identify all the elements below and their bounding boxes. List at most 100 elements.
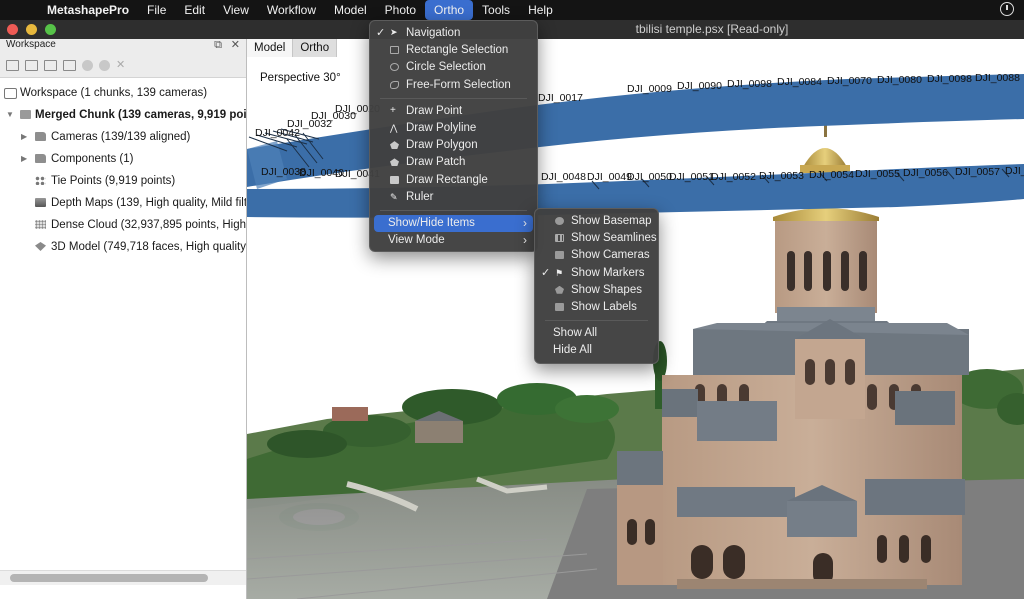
power-icon[interactable] bbox=[1000, 2, 1014, 16]
camera-label[interactable]: DJI_0070 bbox=[827, 75, 872, 87]
menu-item-show-hide-items[interactable]: Show/Hide Items › bbox=[374, 214, 533, 233]
close-panel-icon[interactable]: ✕ bbox=[231, 39, 240, 51]
menu-item-label: Draw Point bbox=[406, 104, 463, 117]
rectangle-selection-icon bbox=[390, 46, 399, 55]
camera-label[interactable]: DJI_0098 bbox=[927, 73, 972, 85]
menu-edit[interactable]: Edit bbox=[175, 0, 214, 20]
camera-label[interactable]: DJI_0057 bbox=[955, 166, 1000, 178]
menu-item-show-cameras[interactable]: Show Cameras bbox=[535, 247, 658, 264]
camera-label[interactable]: DJI_0098 bbox=[727, 78, 772, 90]
camera-label[interactable]: DJI_0090 bbox=[677, 80, 722, 92]
menu-file[interactable]: File bbox=[138, 0, 175, 20]
scrollbar-thumb[interactable] bbox=[10, 574, 208, 582]
add-scalebar-icon[interactable] bbox=[63, 59, 76, 71]
menu-item-show-all[interactable]: Show All bbox=[535, 325, 658, 342]
menu-item-view-mode[interactable]: View Mode › bbox=[370, 232, 537, 249]
model-icon bbox=[35, 242, 46, 251]
camera-label[interactable]: DJI_0049 bbox=[587, 171, 632, 183]
camera-label[interactable]: DJI_0058 bbox=[1005, 165, 1024, 177]
camera-label[interactable]: DJI_0084 bbox=[777, 76, 822, 88]
tab-model[interactable]: Model bbox=[247, 39, 294, 57]
disable-icon[interactable] bbox=[99, 59, 110, 71]
tree-row-depth-maps[interactable]: Depth Maps (139, High quality, Mild filt… bbox=[0, 192, 246, 214]
workspace-icon bbox=[4, 88, 17, 99]
menu-app-name[interactable]: MetashapePro bbox=[38, 0, 138, 20]
draw-rectangle-icon bbox=[390, 175, 399, 184]
enable-icon[interactable] bbox=[82, 59, 93, 71]
menu-view[interactable]: View bbox=[214, 0, 258, 20]
menu-workflow[interactable]: Workflow bbox=[258, 0, 325, 20]
workspace-horizontal-scrollbar[interactable] bbox=[0, 570, 246, 585]
labels-icon bbox=[555, 302, 564, 311]
tree-row-tie-points[interactable]: Tie Points (9,919 points) bbox=[0, 170, 246, 192]
tree-row-merged-chunk[interactable]: ▼ Merged Chunk (139 cameras, 9,919 point… bbox=[0, 104, 246, 126]
basemap-icon bbox=[555, 217, 564, 225]
workspace-panel: Workspace ⧉ ✕ ✕ Workspace (1 chunks, 139… bbox=[0, 39, 247, 599]
camera-label[interactable]: DJI_0048 bbox=[541, 171, 586, 183]
camera-label[interactable]: DJI_0052 bbox=[711, 171, 756, 183]
menu-item-show-labels[interactable]: Show Labels bbox=[535, 299, 658, 316]
tree-label: 3D Model (749,718 faces, High quality) bbox=[51, 241, 246, 253]
collapse-arrow-icon[interactable]: ▶ bbox=[21, 148, 27, 170]
tree-label: Depth Maps (139, High quality, Mild filt… bbox=[51, 197, 246, 209]
camera-label[interactable]: DJI_0017 bbox=[538, 92, 583, 104]
menu-bar: MetashapePro File Edit View Workflow Mod… bbox=[0, 0, 1024, 20]
camera-label[interactable]: DJI_0056 bbox=[903, 167, 948, 179]
menu-item-show-markers[interactable]: ✓ ⚑ Show Markers bbox=[535, 265, 658, 282]
menu-item-label: Navigation bbox=[406, 27, 461, 39]
camera-label[interactable]: DJI_0080 bbox=[877, 74, 922, 86]
menu-item-draw-point[interactable]: + Draw Point bbox=[370, 103, 537, 120]
camera-label[interactable]: DJI_0009 bbox=[627, 83, 672, 95]
tree-row-cameras[interactable]: ▶ Cameras (139/139 aligned) bbox=[0, 126, 246, 148]
collapse-arrow-icon[interactable]: ▶ bbox=[21, 126, 27, 148]
menu-photo[interactable]: Photo bbox=[376, 0, 425, 20]
menu-separator bbox=[380, 209, 527, 211]
menu-item-label: Show Shapes bbox=[571, 283, 642, 296]
add-chunk-icon[interactable] bbox=[6, 59, 19, 71]
camera-label[interactable]: DJI_0088 bbox=[975, 72, 1020, 84]
menu-item-label: Show/Hide Items bbox=[388, 216, 475, 229]
menu-item-show-shapes[interactable]: Show Shapes bbox=[535, 282, 658, 299]
remove-item-icon[interactable]: ✕ bbox=[116, 59, 127, 70]
menu-item-draw-rectangle[interactable]: Draw Rectangle bbox=[370, 172, 537, 189]
shapes-icon bbox=[555, 285, 564, 294]
menu-item-hide-all[interactable]: Hide All bbox=[535, 342, 658, 359]
menu-model[interactable]: Model bbox=[325, 0, 376, 20]
camera-label[interactable]: DJI_0050 bbox=[627, 171, 672, 183]
menu-item-show-seamlines[interactable]: Show Seamlines bbox=[535, 230, 658, 247]
tree-row-3d-model[interactable]: 3D Model (749,718 faces, High quality) bbox=[0, 236, 246, 258]
menu-help[interactable]: Help bbox=[519, 0, 562, 20]
freeform-selection-icon bbox=[390, 80, 399, 89]
menu-item-label: Draw Rectangle bbox=[406, 173, 488, 186]
menu-separator bbox=[380, 97, 527, 99]
menu-item-draw-polyline[interactable]: ⋀ Draw Polyline bbox=[370, 120, 537, 137]
expand-arrow-icon[interactable]: ▼ bbox=[6, 104, 14, 126]
tree-row-workspace[interactable]: Workspace (1 chunks, 139 cameras) bbox=[0, 82, 246, 104]
tab-ortho[interactable]: Ortho bbox=[293, 39, 338, 57]
menu-item-label: Show Labels bbox=[571, 300, 637, 313]
tree-row-dense-cloud[interactable]: Dense Cloud (32,937,895 points, High qua… bbox=[0, 214, 246, 236]
add-photos-icon[interactable] bbox=[25, 59, 38, 71]
menu-item-circle-selection[interactable]: Circle Selection bbox=[370, 59, 537, 76]
menu-tools[interactable]: Tools bbox=[473, 0, 519, 20]
camera-label[interactable]: DJI_0051 bbox=[669, 171, 714, 183]
menu-item-label: Show Cameras bbox=[571, 249, 650, 262]
menu-item-rectangle-selection[interactable]: Rectangle Selection bbox=[370, 42, 537, 59]
camera-label[interactable]: DJI_0055 bbox=[855, 168, 900, 180]
menu-item-label: Show All bbox=[553, 327, 598, 340]
tree-row-components[interactable]: ▶ Components (1) bbox=[0, 148, 246, 170]
float-panel-icon[interactable]: ⧉ bbox=[214, 39, 222, 51]
workspace-header: Workspace ⧉ ✕ bbox=[0, 39, 246, 53]
menu-item-show-basemap[interactable]: Show Basemap bbox=[535, 213, 658, 230]
menu-item-ruler[interactable]: ✎ Ruler bbox=[370, 189, 537, 206]
tree-label: Tie Points (9,919 points) bbox=[51, 175, 176, 187]
camera-label[interactable]: DJI_0054 bbox=[809, 169, 854, 181]
camera-label[interactable]: DJI_0053 bbox=[759, 170, 804, 182]
folder-icon bbox=[35, 154, 46, 163]
menu-item-draw-polygon[interactable]: Draw Polygon bbox=[370, 137, 537, 154]
add-marker-icon[interactable] bbox=[44, 59, 57, 71]
menu-item-freeform-selection[interactable]: Free-Form Selection bbox=[370, 77, 537, 94]
menu-item-navigation[interactable]: ✓ ➤ Navigation bbox=[370, 25, 537, 42]
menu-ortho[interactable]: Ortho bbox=[425, 0, 474, 20]
menu-item-draw-patch[interactable]: Draw Patch bbox=[370, 154, 537, 171]
